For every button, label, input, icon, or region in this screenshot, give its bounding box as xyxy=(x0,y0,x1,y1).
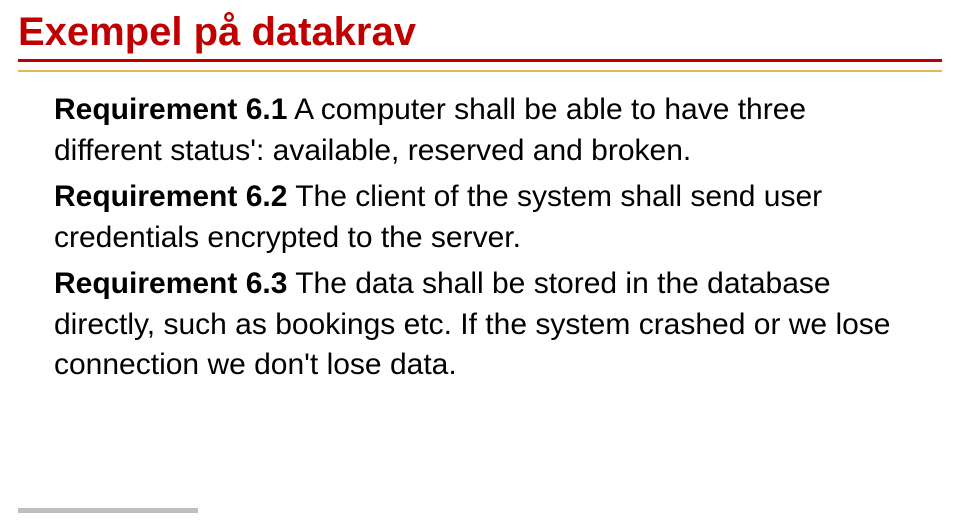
content-area: Requirement 6.1 A computer shall be able… xyxy=(0,72,960,386)
requirement-label: Requirement 6.3 xyxy=(54,267,287,300)
footer-decoration xyxy=(18,508,198,513)
requirement-item: Requirement 6.1 A computer shall be able… xyxy=(54,90,906,171)
requirement-item: Requirement 6.2 The client of the system… xyxy=(54,177,906,258)
requirement-item: Requirement 6.3 The data shall be stored… xyxy=(54,264,906,386)
page-title: Exempel på datakrav xyxy=(0,0,960,59)
requirement-label: Requirement 6.2 xyxy=(54,180,287,213)
title-underline-primary xyxy=(18,59,942,62)
requirement-label: Requirement 6.1 xyxy=(54,93,287,126)
